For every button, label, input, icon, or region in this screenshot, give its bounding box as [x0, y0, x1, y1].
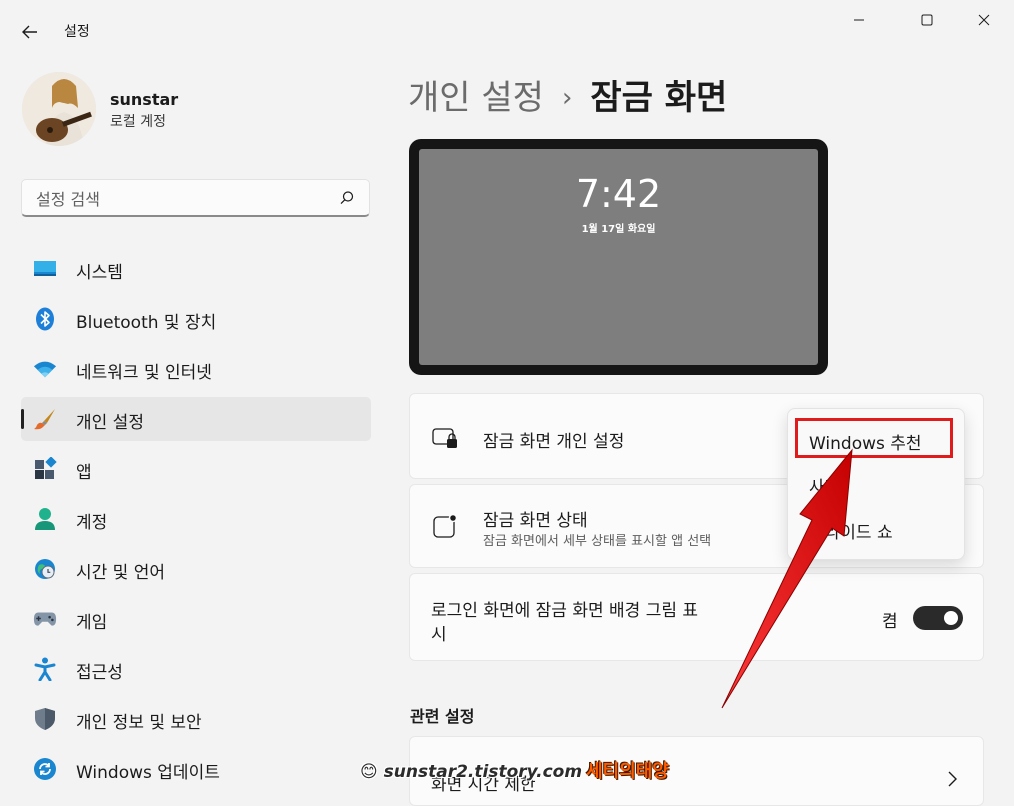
search-input[interactable]	[34, 186, 328, 212]
watermark-emoji-icon: 😊	[360, 762, 378, 782]
nav-label: 네트워크 및 인터넷	[76, 363, 212, 383]
lock-screen-monitor-icon	[432, 428, 457, 448]
nav-label: 개인 설정	[76, 413, 144, 433]
watermark-url: sunstar2.tistory.com	[383, 762, 583, 782]
nav-item-privacy[interactable]: 개인 정보 및 보안	[21, 697, 371, 741]
minimize-button[interactable]	[836, 0, 882, 40]
search-icon[interactable]	[339, 190, 355, 206]
lock-screen-status-title: 잠금 화면 상태	[483, 511, 588, 531]
nav-item-bluetooth[interactable]: Bluetooth 및 장치	[21, 297, 371, 341]
nav-label: 계정	[76, 513, 108, 533]
lock-screen-personalize-title: 잠금 화면 개인 설정	[483, 432, 625, 452]
nav-item-accessibility[interactable]: 접근성	[21, 647, 371, 691]
user-name: sunstar	[110, 90, 179, 109]
minimize-icon	[854, 19, 864, 21]
nav-item-apps[interactable]: 앱	[21, 447, 371, 491]
selection-indicator	[21, 409, 24, 429]
nav-label: 시스템	[76, 263, 123, 283]
page-title: 잠금 화면	[590, 78, 728, 118]
close-button[interactable]	[961, 0, 1007, 40]
bluetooth-icon	[33, 307, 57, 331]
nav-item-personalization[interactable]: 개인 설정	[21, 397, 371, 441]
breadcrumb: 개인 설정 › 잠금 화면	[408, 70, 727, 119]
nav-label: 시간 및 언어	[76, 563, 166, 583]
account-type: 로컬 계정	[110, 114, 166, 130]
watermark: 😊 sunstar2.tistory.com 세티의태양	[360, 757, 669, 783]
nav-label: 개인 정보 및 보안	[76, 713, 202, 733]
back-button[interactable]	[14, 18, 46, 46]
nav-label: Windows 업데이트	[76, 763, 220, 783]
accessibility-icon	[33, 657, 57, 681]
nav-label: 접근성	[76, 663, 123, 683]
breadcrumb-separator: ›	[561, 83, 573, 113]
nav-item-network[interactable]: 네트워크 및 인터넷	[21, 347, 371, 391]
gaming-icon	[33, 607, 57, 631]
search-box[interactable]	[21, 179, 370, 217]
toggle-state-label: 켬	[882, 612, 898, 632]
watermark-korean: 세티의태양	[586, 761, 669, 782]
signin-background-title-line2: 시	[431, 625, 447, 645]
annotation-arrow	[721, 448, 853, 709]
nav-item-gaming[interactable]: 게임	[21, 597, 371, 641]
status-badge-icon	[433, 513, 458, 538]
account-icon	[33, 507, 57, 531]
apps-icon	[33, 457, 57, 481]
toggle-knob	[944, 611, 958, 625]
nav-label: 게임	[76, 613, 108, 633]
nav-item-time-language[interactable]: 시간 및 언어	[21, 547, 371, 591]
related-settings-heading: 관련 설정	[410, 707, 475, 726]
time-language-icon	[33, 557, 57, 581]
maximize-icon	[921, 14, 933, 26]
signin-background-title-line1: 로그인 화면에 잠금 화면 배경 그림 표	[431, 601, 699, 621]
maximize-button[interactable]	[904, 0, 950, 40]
network-icon	[33, 357, 57, 381]
signin-background-toggle[interactable]	[913, 606, 963, 630]
app-title: 설정	[64, 24, 90, 40]
lock-screen-status-subtitle: 잠금 화면에서 세부 상태를 표시할 앱 선택	[483, 534, 712, 549]
close-icon	[978, 14, 990, 26]
nav-item-system[interactable]: 시스템	[21, 247, 371, 291]
avatar[interactable]	[22, 72, 96, 146]
nav-item-windows-update[interactable]: Windows 업데이트	[21, 747, 371, 791]
chevron-right-icon	[948, 771, 957, 787]
nav-item-accounts[interactable]: 계정	[21, 497, 371, 541]
preview-date: 1월 17일 화요일	[581, 224, 656, 235]
privacy-shield-icon	[33, 707, 57, 731]
back-arrow-icon	[22, 25, 37, 39]
personalization-brush-icon	[33, 407, 57, 431]
windows-update-icon	[33, 757, 57, 781]
nav-label: Bluetooth 및 장치	[76, 313, 217, 333]
system-icon	[33, 257, 57, 281]
preview-time: 7:42	[575, 172, 662, 216]
nav-label: 앱	[76, 463, 92, 483]
breadcrumb-parent[interactable]: 개인 설정	[408, 78, 544, 118]
